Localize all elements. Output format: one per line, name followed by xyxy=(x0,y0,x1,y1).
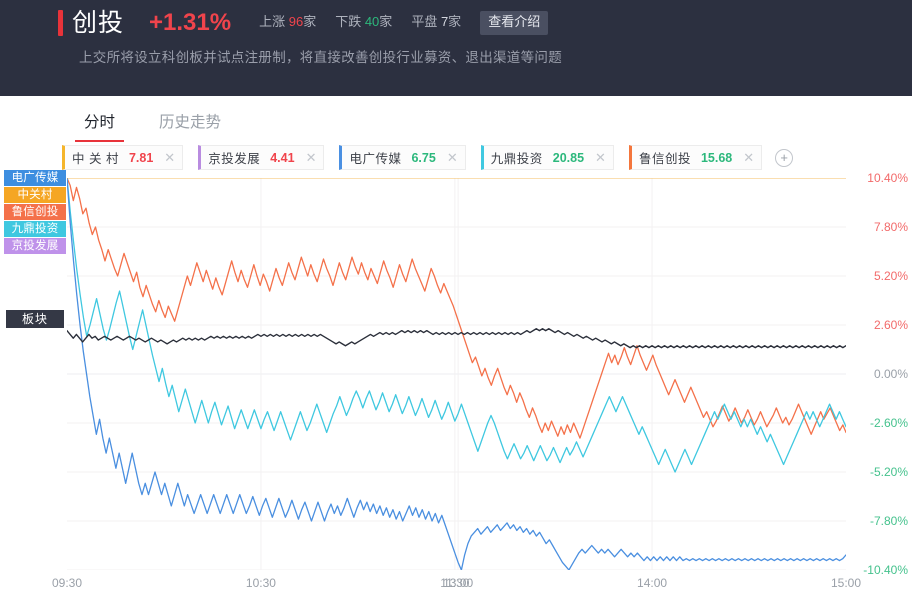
add-stock-button[interactable]: + xyxy=(775,148,794,167)
stock-chip-name: 鲁信创投 xyxy=(638,152,691,166)
close-icon[interactable]: ✕ xyxy=(164,151,175,164)
x-axis-tick: 15:00 xyxy=(830,576,862,590)
series-line-鲁信创投 xyxy=(67,178,846,439)
close-icon[interactable]: ✕ xyxy=(595,151,606,164)
header-subtitle: 上交所将设立科创板并试点注册制，将直接改善创投行业募资、退出渠道等问题 xyxy=(79,50,562,65)
stock-chip-name: 中 关 村 xyxy=(72,152,119,166)
stat-advancing-label: 上涨 xyxy=(259,14,289,30)
stat-declining-value: 40 xyxy=(364,14,380,30)
y-axis-tick: -2.60% xyxy=(869,416,908,430)
tab-history[interactable]: 历史走势 xyxy=(159,110,221,140)
stock-chip-price: 4.41 xyxy=(270,150,295,165)
stock-chip-price: 7.81 xyxy=(128,150,154,165)
selected-stocks-bar: 中 关 村 7.81 ✕ 京投发展 4.41 ✕ 电广传媒 6.75 ✕ 九鼎投… xyxy=(62,145,794,170)
y-axis-tick: -7.80% xyxy=(869,514,908,528)
close-icon[interactable]: ✕ xyxy=(306,151,317,164)
close-icon[interactable]: ✕ xyxy=(743,151,754,164)
accent-bar-icon xyxy=(58,10,63,36)
x-axis-tick: 09:30 xyxy=(51,576,83,590)
x-axis-tick: 13:00 xyxy=(443,576,474,590)
y-axis-tick: -5.20% xyxy=(869,465,908,479)
tab-intraday[interactable]: 分时 xyxy=(74,110,125,142)
stat-declining-label: 下跌 xyxy=(335,14,365,30)
y-axis-tick: 0.00% xyxy=(873,367,908,381)
view-introduction-button[interactable]: 查看介绍 xyxy=(480,11,549,35)
stock-chip-luxinchuangtou[interactable]: 鲁信创投 15.68 ✕ xyxy=(628,145,763,170)
chart-svg xyxy=(67,178,846,570)
stat-advancing-value: 96 xyxy=(288,14,304,30)
x-axis: 09:30 10:30 11:30 13:00 14:00 15:00 xyxy=(52,576,861,598)
sector-change-percent: +1.31% xyxy=(149,9,232,36)
header-primary-row: 创投 +1.31% 上涨 96家 下跌 40家 平盘 7家 查看介绍 xyxy=(58,6,549,40)
y-axis-tick: 10.40% xyxy=(867,171,908,185)
intraday-chart: 10.40% 7.80% 5.20% 2.60% 0.00% -2.60% -5.20% -7… xyxy=(0,168,912,600)
stock-chip-price: 20.85 xyxy=(552,150,585,165)
stock-chip-dianguangchuanmei[interactable]: 电广传媒 6.75 ✕ xyxy=(339,145,466,170)
stock-chip-jingtoufazhan[interactable]: 京投发展 4.41 ✕ xyxy=(198,145,325,170)
close-icon[interactable]: ✕ xyxy=(447,151,458,164)
stat-advancing: 上涨 96家 xyxy=(259,11,316,30)
stock-chip-price: 15.68 xyxy=(700,150,733,165)
page-header: 创投 +1.31% 上涨 96家 下跌 40家 平盘 7家 查看介绍 上交所将设… xyxy=(0,0,912,96)
stock-chip-name: 京投发展 xyxy=(208,152,261,166)
x-axis-tick: 14:00 xyxy=(637,576,668,590)
stock-chip-zhongguancun[interactable]: 中 关 村 7.81 ✕ xyxy=(62,145,184,170)
stock-chip-name: 电广传媒 xyxy=(349,152,402,166)
y-axis-tick: 7.80% xyxy=(873,220,908,234)
y-axis-tick: 5.20% xyxy=(873,269,908,283)
page-title: 创投 xyxy=(72,8,125,37)
y-axis-tick: -10.40% xyxy=(863,563,908,577)
stat-advancing-unit: 家 xyxy=(303,14,317,30)
stock-chip-price: 6.75 xyxy=(411,150,436,165)
stat-unchanged: 平盘 7家 xyxy=(411,11,461,30)
stat-declining-unit: 家 xyxy=(379,14,393,30)
series-line-板块 xyxy=(67,328,846,349)
y-axis-tick: 2.60% xyxy=(873,318,908,332)
stock-chip-name: 九鼎投资 xyxy=(490,152,543,166)
stat-declining: 下跌 40家 xyxy=(335,11,392,30)
chart-plot-area[interactable] xyxy=(67,178,846,570)
stat-unchanged-label: 平盘 xyxy=(411,14,441,30)
stock-chip-jiudingtouzi[interactable]: 九鼎投资 20.85 ✕ xyxy=(480,145,614,170)
y-axis: 10.40% 7.80% 5.20% 2.60% 0.00% -2.60% -5.20% -7… xyxy=(852,171,912,577)
stat-unchanged-unit: 家 xyxy=(448,14,462,30)
chart-mode-tabs: 分时 历史走势 xyxy=(74,110,265,142)
x-axis-tick: 10:30 xyxy=(245,576,276,590)
market-breadth-stats: 上涨 96家 下跌 40家 平盘 7家 查看介绍 xyxy=(259,11,549,35)
